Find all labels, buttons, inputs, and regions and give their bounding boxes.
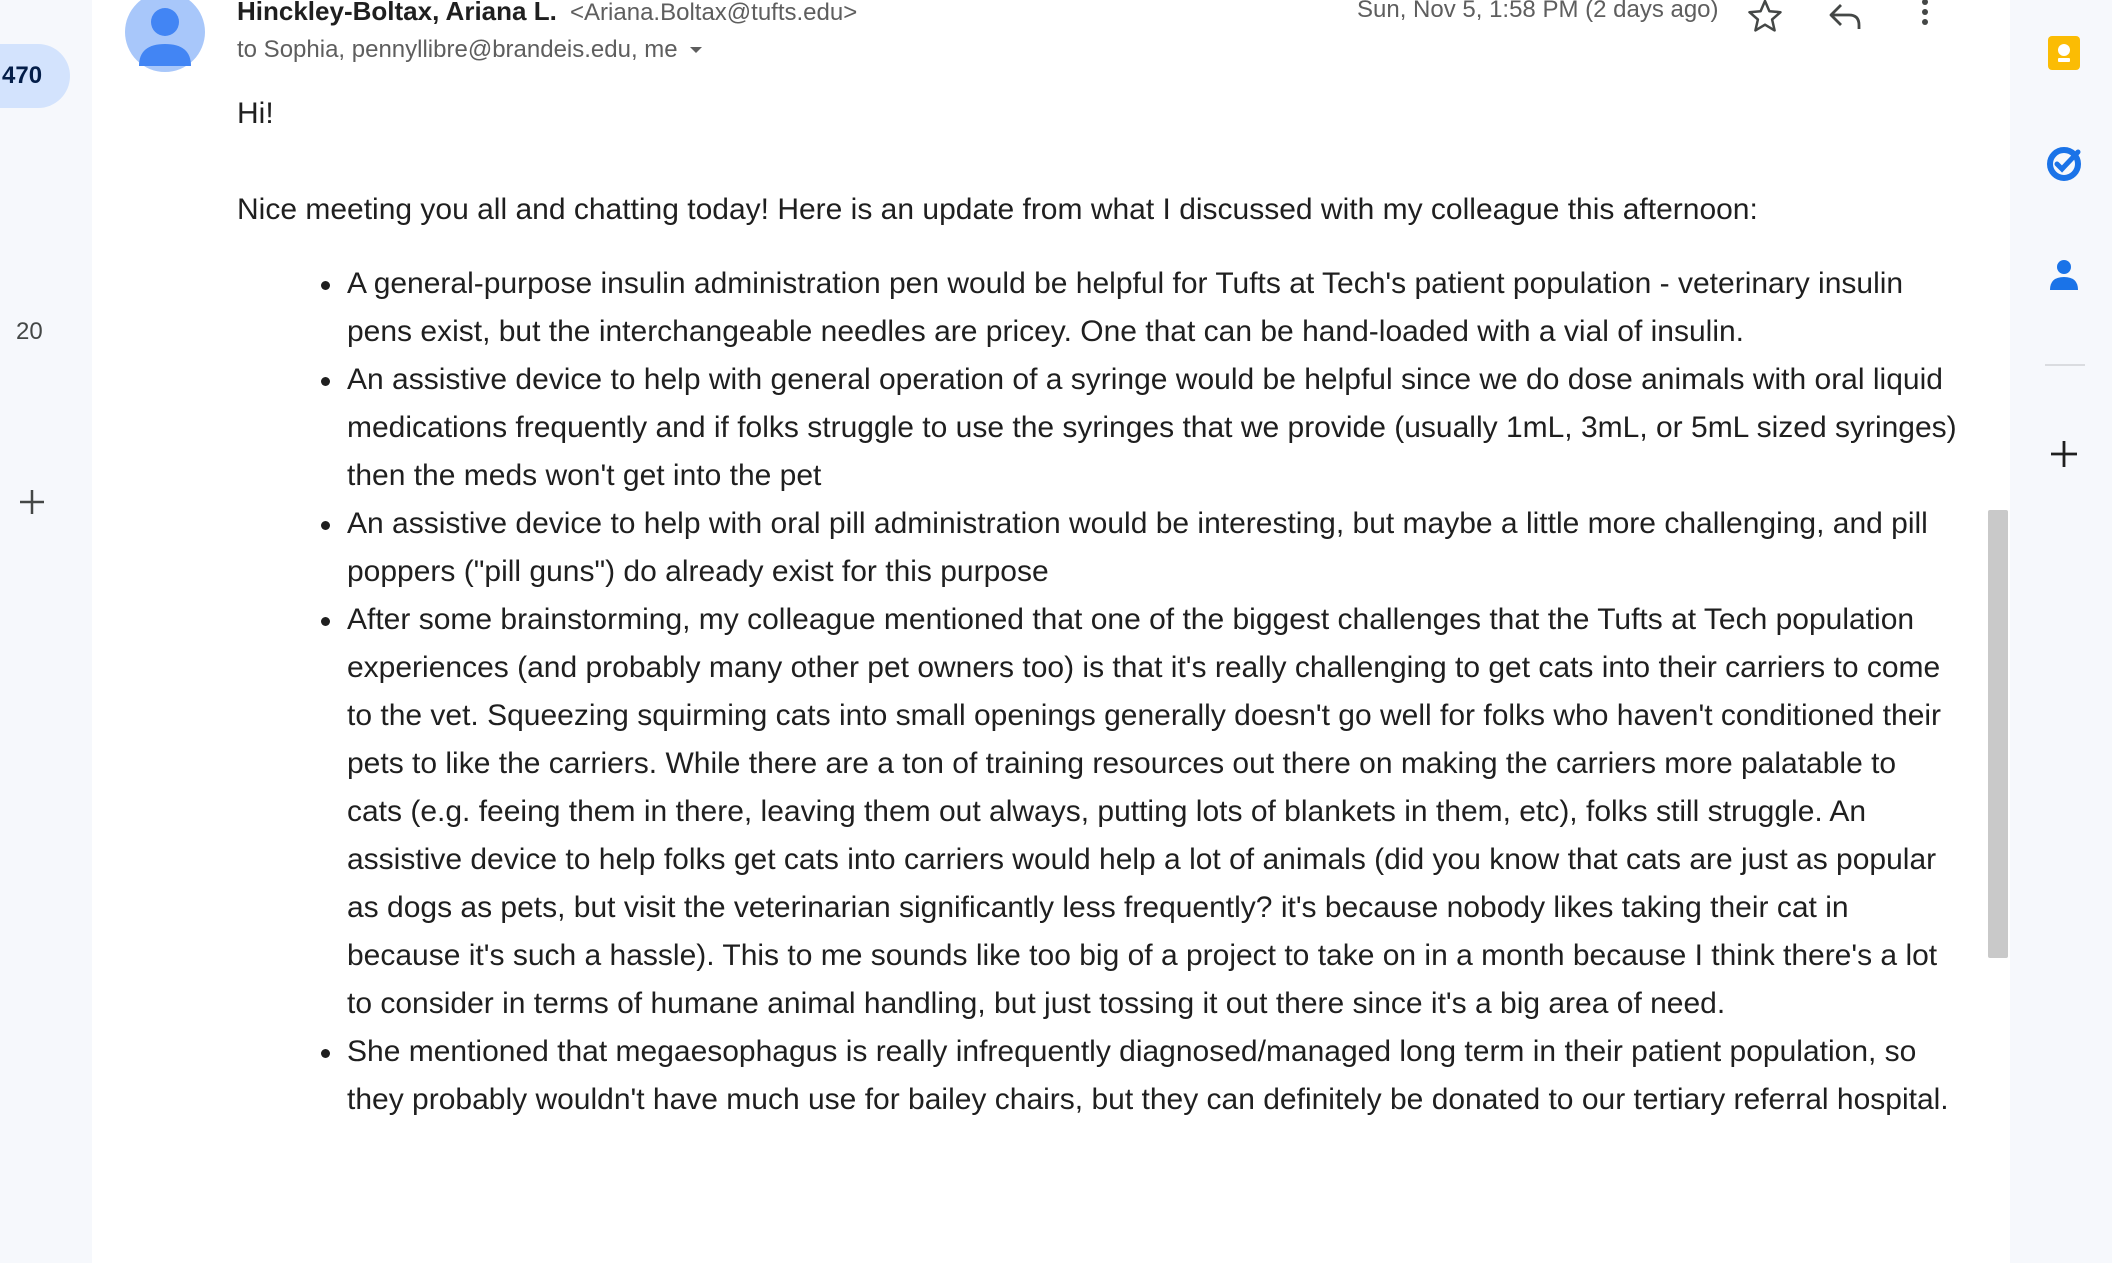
list-item: An assistive device to help with oral pi… bbox=[321, 500, 1957, 596]
plus-icon[interactable] bbox=[2044, 434, 2084, 474]
side-panel-divider bbox=[2045, 364, 2085, 366]
contacts-icon[interactable] bbox=[2044, 256, 2084, 296]
intro-paragraph: Nice meeting you all and chatting today!… bbox=[237, 193, 1758, 226]
message-date: Sun, Nov 5, 1:58 PM (2 days ago) bbox=[1357, 0, 1719, 23]
label-count: 20 bbox=[16, 318, 43, 345]
keep-icon[interactable] bbox=[2044, 32, 2084, 72]
list-item: She mentioned that megaesophagus is real… bbox=[321, 1028, 1957, 1124]
star-icon[interactable] bbox=[1745, 0, 1785, 36]
sender-name[interactable]: Hinckley-Boltax, Ariana L. bbox=[237, 0, 557, 26]
scrollbar-thumb[interactable] bbox=[1988, 510, 2008, 958]
reply-icon[interactable] bbox=[1825, 0, 1865, 36]
inbox-count-badge[interactable]: 470 bbox=[0, 44, 70, 108]
sender-line: Hinckley-Boltax, Ariana L. <Ariana.Bolta… bbox=[237, 0, 857, 27]
list-item: An assistive device to help with general… bbox=[321, 356, 1957, 500]
left-rail: 470 20 bbox=[0, 0, 92, 1263]
recipients: to Sophia, pennyllibre@brandeis.edu, me bbox=[237, 36, 704, 64]
tasks-icon[interactable] bbox=[2044, 144, 2084, 184]
greeting: Hi! bbox=[237, 97, 274, 130]
plus-icon[interactable] bbox=[14, 484, 50, 520]
list-item: After some brainstorming, my colleague m… bbox=[321, 596, 1957, 1028]
avatar[interactable] bbox=[125, 0, 205, 72]
inbox-count: 470 bbox=[2, 62, 43, 89]
message-body: Hi! Nice meeting you all and chatting to… bbox=[237, 90, 1957, 1124]
chevron-down-icon[interactable] bbox=[688, 42, 704, 58]
bullet-list: A general-purpose insulin administration… bbox=[237, 260, 1957, 1124]
sender-email: <Ariana.Boltax@tufts.edu> bbox=[570, 0, 858, 26]
more-vert-icon[interactable] bbox=[1905, 0, 1945, 36]
recipients-text: to Sophia, pennyllibre@brandeis.edu, me bbox=[237, 36, 678, 63]
list-item: A general-purpose insulin administration… bbox=[321, 260, 1957, 356]
side-panel bbox=[2010, 0, 2112, 1263]
